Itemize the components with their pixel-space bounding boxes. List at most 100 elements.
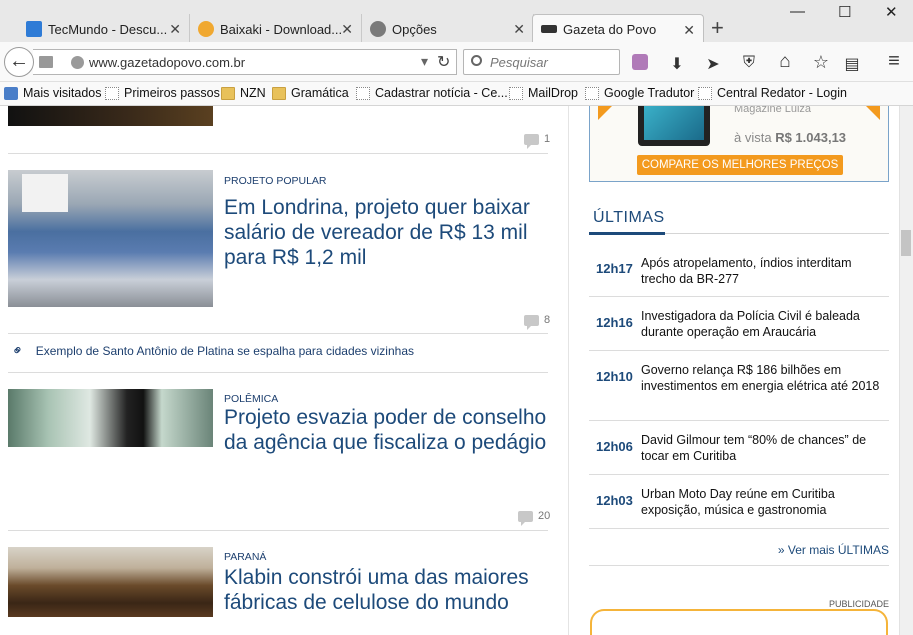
bookmarks-toolbar: Mais visitados Primeiros passos NZN Gram… [0, 82, 913, 106]
divider [8, 372, 548, 373]
tab-close-icon[interactable]: ✕ [513, 21, 525, 38]
divider [8, 153, 548, 154]
bookmark-central-redator[interactable]: Central Redator - Login [698, 86, 847, 100]
ad-corner-right [866, 106, 880, 120]
news-title[interactable]: Urban Moto Day reúne em Curitiba exposiç… [641, 486, 881, 518]
comment-icon [518, 510, 533, 526]
tab-strip: TecMundo - Descu... ✕ Baixaki - Download… [0, 0, 913, 44]
comment-count-value: 1 [544, 133, 551, 145]
scrollbar-thumb[interactable] [901, 230, 911, 256]
url-dropdown-icon[interactable]: ▾ [421, 53, 428, 70]
navigation-toolbar: www.gazetadopovo.com.br ▾ ↻ ← Pesquisar … [0, 42, 913, 82]
article-kicker: POLÊMICA [224, 393, 279, 405]
ver-mais-ultimas-link[interactable]: » Ver mais ÚLTIMAS [589, 543, 889, 557]
search-input[interactable]: Pesquisar [490, 55, 548, 70]
url-text[interactable]: www.gazetadopovo.com.br [89, 55, 245, 70]
tab-label: Baixaki - Download... [220, 21, 343, 37]
tab-close-icon[interactable]: ✕ [169, 21, 181, 38]
shield-icon[interactable]: ⛨ [739, 54, 759, 72]
tab-gazeta-do-povo[interactable]: Gazeta do Povo ✕ [532, 14, 704, 43]
tab-tecmundo[interactable]: TecMundo - Descu... ✕ [18, 14, 190, 44]
reload-icon[interactable]: ↻ [437, 52, 450, 72]
download-icon[interactable]: ⬇ [667, 54, 687, 74]
divider [589, 565, 889, 566]
bookmark-gramatica[interactable]: Gramática [272, 86, 349, 100]
bookmark-star-icon[interactable]: ☆ [811, 52, 831, 73]
news-item[interactable]: 12h10 Governo relança R$ 186 bilhões em … [589, 351, 889, 421]
bookmark-primeiros-passos[interactable]: Primeiros passos [105, 86, 220, 100]
related-link[interactable]: ⚭ Exemplo de Santo Antônio de Platina se… [8, 340, 414, 360]
tab-close-icon[interactable]: ✕ [341, 21, 353, 38]
bookmark-label: Gramática [291, 86, 349, 100]
comment-count[interactable]: 8 [524, 314, 550, 330]
divider [8, 333, 548, 334]
news-title[interactable]: Governo relança R$ 186 bilhões em invest… [641, 362, 881, 394]
tab-baixaki[interactable]: Baixaki - Download... ✕ [190, 14, 362, 44]
news-item[interactable]: 12h16 Investigadora da Polícia Civil é b… [589, 297, 889, 351]
news-item[interactable]: 12h03 Urban Moto Day reúne em Curitiba e… [589, 475, 889, 529]
article-headline[interactable]: Em Londrina, projeto quer baixar salário… [224, 195, 554, 270]
advertising-label: PUBLICIDADE [828, 599, 889, 609]
minimize-button[interactable]: — [790, 3, 805, 20]
page-content: 1 PROJETO POPULAR Em Londrina, projeto q… [0, 106, 899, 635]
menu-icon[interactable]: ≡ [884, 50, 904, 73]
maximize-button[interactable]: ☐ [838, 3, 851, 21]
product-ad[interactable]: Magazine Luiza à vista R$ 1.043,13 COMPA… [589, 106, 889, 182]
tecmundo-favicon-icon [26, 21, 42, 37]
new-tab-button[interactable]: + [711, 16, 724, 40]
window-close-button[interactable]: ✕ [885, 3, 898, 21]
page-icon [698, 86, 712, 100]
ad-banner[interactable] [590, 609, 888, 635]
article-headline[interactable]: Projeto esvazia poder de conselho da agê… [224, 405, 554, 455]
news-item[interactable]: 12h06 David Gilmour tem “80% de chances”… [589, 421, 889, 475]
url-bar[interactable]: www.gazetadopovo.com.br ▾ ↻ [33, 49, 457, 75]
home-icon[interactable]: ⌂ [775, 51, 795, 73]
news-item[interactable]: 12h17 Após atropelamento, índios interdi… [589, 243, 889, 297]
divider [8, 530, 548, 531]
tab-label: Gazeta do Povo [563, 21, 657, 37]
ad-price-line: à vista R$ 1.043,13 [734, 130, 846, 145]
send-icon[interactable]: ➤ [703, 54, 723, 74]
tab-label: TecMundo - Descu... [48, 21, 168, 37]
bookmark-label: Primeiros passos [124, 86, 220, 100]
tab-close-icon[interactable]: ✕ [683, 22, 695, 39]
folder-icon [272, 86, 286, 100]
bookmark-label: NZN [240, 86, 266, 100]
bookmark-label: MailDrop [528, 86, 579, 100]
article-image[interactable] [8, 170, 213, 307]
reading-list-icon[interactable]: ▤ [842, 54, 862, 74]
bookmark-maildrop[interactable]: MailDrop [509, 86, 578, 100]
comment-count[interactable]: 1 [524, 133, 551, 149]
gear-icon [370, 21, 386, 37]
comment-count[interactable]: 20 [518, 510, 550, 526]
bookmark-google-tradutor[interactable]: Google Tradutor [585, 86, 694, 100]
bookmark-cadastrar-noticia[interactable]: Cadastrar notícia - Ce... [356, 86, 508, 100]
search-bar[interactable]: Pesquisar [463, 49, 620, 75]
news-time: 12h17 [596, 261, 633, 276]
tab-opcoes[interactable]: Opções ✕ [362, 14, 534, 44]
tab-label: Opções [392, 21, 437, 37]
bookmark-label: Central Redator - Login [717, 86, 847, 100]
news-title[interactable]: David Gilmour tem “80% de chances” de to… [641, 432, 881, 464]
page-icon [39, 56, 53, 68]
most-visited-icon [4, 86, 18, 100]
article-image[interactable] [8, 106, 213, 126]
bookmark-nzn[interactable]: NZN [221, 86, 266, 100]
article-headline[interactable]: Klabin constrói uma das maiores fábricas… [224, 565, 554, 615]
projection-screen [22, 174, 68, 212]
page-icon [356, 86, 370, 100]
ad-price-prefix: à vista [734, 130, 772, 145]
comment-icon [524, 314, 539, 330]
compare-prices-button[interactable]: COMPARE OS MELHORES PREÇOS [637, 155, 843, 175]
article-image[interactable] [8, 389, 213, 447]
ad-corner-left [598, 106, 612, 120]
addon-icon[interactable] [632, 54, 648, 70]
bookmark-mais-visitados[interactable]: Mais visitados [4, 86, 102, 100]
back-button[interactable]: ← [4, 47, 34, 77]
scrollbar-track[interactable] [899, 106, 913, 635]
article-image[interactable] [8, 547, 213, 617]
news-title[interactable]: Após atropelamento, índios interditam tr… [641, 255, 881, 287]
bookmark-label: Mais visitados [23, 86, 102, 100]
news-title[interactable]: Investigadora da Polícia Civil é baleada… [641, 308, 881, 340]
baixaki-favicon-icon [198, 21, 214, 37]
